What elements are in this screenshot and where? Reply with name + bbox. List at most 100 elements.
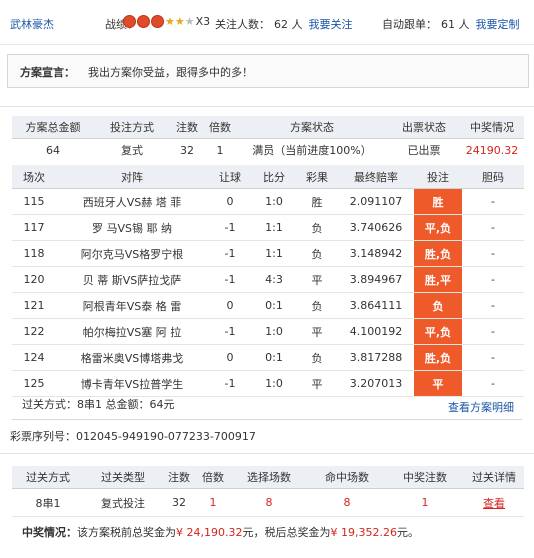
plan-status: 满员（当前进度100%） — [252, 144, 372, 157]
match-score: 0:1 — [252, 292, 296, 319]
plan-summary-table: 方案总金额 投注方式 注数 倍数 方案状态 出票状态 中奖情况 64 复式 32… — [12, 116, 524, 161]
match-number: 115 — [12, 188, 56, 215]
medal-icon — [123, 14, 136, 28]
prize-pre-text: 该方案税前总奖金为 — [77, 526, 176, 539]
record-multiplier: X3 — [195, 14, 211, 28]
bet-selection: 胜,负 — [414, 240, 462, 267]
bet-method: 复式 — [121, 144, 143, 157]
match-score: 1:1 — [252, 214, 296, 241]
final-odds: 4.100192 — [338, 318, 414, 345]
match-result: 负 — [296, 344, 338, 371]
match-result: 平 — [296, 266, 338, 293]
final-odds: 2.091107 — [338, 188, 414, 215]
star-icon: ★ — [165, 14, 175, 28]
header-bar: 武林豪杰 战绩： ★ ★ ★ X3 关注人数： 62 人我要关注 自动跟单： 61 … — [0, 0, 534, 45]
col-header: 方案状态 — [236, 116, 388, 139]
bet-multiple: 1 — [216, 143, 224, 157]
col-header: 胆码 — [462, 165, 524, 189]
pass-mode: 8串1 — [12, 488, 84, 517]
match-score: 4:3 — [252, 266, 296, 293]
bet-selection: 胜,负 — [414, 344, 462, 371]
match-teams: 罗 马VS锡 耶 纳 — [56, 214, 208, 241]
table-row: 64 复式 32 1 满员（当前进度100%） 已出票 24190.32 — [12, 139, 524, 162]
declaration-text: 我出方案你受益，跟得多中的多！ — [88, 66, 253, 79]
divider — [0, 453, 534, 454]
winning-bets: 1 — [386, 488, 464, 517]
table-row: 125 博卡青年VS拉普学生 -1 1:0 平 3.207013 平 - — [12, 370, 524, 397]
ticket-status: 已出票 — [407, 144, 441, 157]
medal-icon — [137, 14, 150, 28]
hit-matches: 8 — [308, 488, 386, 517]
col-header: 出票状态 — [388, 116, 460, 139]
divider — [12, 419, 522, 420]
bet-selection: 负 — [414, 292, 462, 319]
handicap: -1 — [208, 370, 252, 397]
medal-icon — [151, 14, 164, 28]
col-header: 命中场数 — [308, 466, 386, 489]
col-header: 选择场数 — [230, 466, 308, 489]
plan-amount: 64 — [46, 143, 60, 157]
final-odds: 3.207013 — [338, 370, 414, 397]
match-teams: 格雷米奥VS博塔弗戈 — [56, 344, 208, 371]
pass-detail-cell: 查看 — [464, 488, 524, 517]
banker-mark: - — [462, 266, 524, 293]
prize-label: 中奖情况： — [22, 526, 77, 539]
col-header: 方案总金额 — [12, 116, 94, 139]
auto-follow-count: 61 人 — [441, 18, 470, 31]
table-row: 120 贝 蒂 斯VS萨拉戈萨 -1 4:3 平 3.894967 胜,平 - — [12, 266, 524, 293]
table-row: 117 罗 马VS锡 耶 纳 -1 1:1 负 3.740626 平,负 - — [12, 214, 524, 241]
customize-link[interactable]: 我要定制 — [476, 18, 520, 31]
bet-count: 32 — [180, 143, 194, 157]
match-score: 0:1 — [252, 344, 296, 371]
pass-summary: 过关方式：8串1 总金额：64元 — [22, 398, 175, 411]
handicap: 0 — [208, 292, 252, 319]
follow-link[interactable]: 我要关注 — [309, 18, 353, 31]
final-odds: 3.817288 — [338, 344, 414, 371]
final-odds: 3.148942 — [338, 240, 414, 267]
prize-end-text: 元。 — [396, 526, 419, 539]
col-header: 倍数 — [204, 116, 236, 139]
banker-mark: - — [462, 292, 524, 319]
handicap: -1 — [208, 214, 252, 241]
match-result: 胜 — [296, 188, 338, 215]
banker-mark: - — [462, 188, 524, 215]
auto-follow-info: 自动跟单： 61 人我要定制 — [382, 16, 520, 32]
handicap: 0 — [208, 344, 252, 371]
match-number: 124 — [12, 344, 56, 371]
match-number: 125 — [12, 370, 56, 397]
view-plan-detail-link[interactable]: 查看方案明细 — [448, 399, 514, 415]
match-teams: 西班牙人VS赫 塔 菲 — [56, 188, 208, 215]
follow-info: 关注人数： 62 人我要关注 — [215, 16, 353, 32]
match-result: 平 — [296, 318, 338, 345]
prize-amount: 24190.32 — [465, 143, 519, 157]
match-result: 负 — [296, 292, 338, 319]
user-name-link[interactable]: 武林豪杰 — [10, 16, 54, 32]
pass-bets: 32 — [162, 488, 196, 517]
handicap: 0 — [208, 188, 252, 215]
final-odds: 3.740626 — [338, 214, 414, 241]
col-header: 投注 — [414, 165, 462, 189]
match-number: 118 — [12, 240, 56, 267]
table-header-row: 过关方式 过关类型 注数 倍数 选择场数 命中场数 中奖注数 过关详情 — [12, 466, 524, 489]
col-header: 彩果 — [296, 165, 338, 189]
col-header: 场次 — [12, 165, 56, 189]
match-teams: 帕尔梅拉VS塞 阿 拉 — [56, 318, 208, 345]
bet-selection: 平 — [414, 370, 462, 397]
col-header: 中奖情况 — [460, 116, 524, 139]
pass-type: 复式投注 — [84, 488, 162, 517]
prize-mid-text: 元，税后总奖金为 — [242, 526, 331, 539]
col-header: 过关类型 — [84, 466, 162, 489]
col-header: 过关方式 — [12, 466, 84, 489]
auto-follow-label: 自动跟单： — [382, 18, 437, 31]
table-row: 8串1 复式投注 32 1 8 8 1 查看 — [12, 488, 524, 517]
handicap: -1 — [208, 318, 252, 345]
match-result: 平 — [296, 370, 338, 397]
table-header-row: 方案总金额 投注方式 注数 倍数 方案状态 出票状态 中奖情况 — [12, 116, 524, 139]
col-header: 倍数 — [196, 466, 230, 489]
bet-selection: 胜,平 — [414, 266, 462, 293]
table-row: 122 帕尔梅拉VS塞 阿 拉 -1 1:0 平 4.100192 平,负 - — [12, 318, 524, 345]
view-pass-detail-link[interactable]: 查看 — [483, 497, 505, 510]
col-header: 对阵 — [56, 165, 208, 189]
final-odds: 3.864111 — [338, 292, 414, 319]
table-header-row: 场次 对阵 让球 比分 彩果 最终赔率 投注 胆码 — [12, 165, 524, 189]
